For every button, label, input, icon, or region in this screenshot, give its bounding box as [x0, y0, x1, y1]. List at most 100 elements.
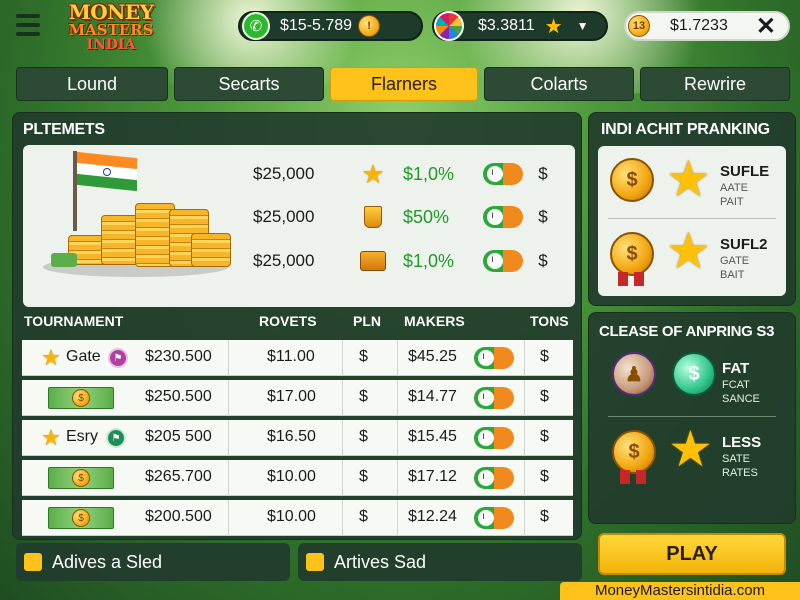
star-icon: ★ — [361, 158, 385, 189]
release-sub: RATES — [722, 467, 758, 479]
bottom-left-label: Adives a Sled — [52, 551, 163, 572]
dollar-medal-icon: $ — [672, 352, 716, 396]
star-icon: ★ — [41, 425, 61, 450]
table-row[interactable]: ★ Gate ⚑ $230.500 $11.00 $ $45.25 ı $ — [22, 340, 573, 376]
prize-row: $25,000 ★ $1,0% ı $ — [253, 158, 583, 189]
bottom-option-left[interactable]: Adives a Sled — [16, 543, 290, 581]
table-row[interactable]: $ $265.700 $10.00 $ $17.12 ı $ — [22, 460, 573, 496]
rank-sub: BAIT — [720, 269, 745, 281]
star-icon: ★ — [41, 345, 61, 370]
row-makers: $14.77 — [408, 388, 457, 405]
star-icon: ★ — [666, 223, 711, 279]
balance-pill-2[interactable]: $3.3811 ★ ▼ — [432, 11, 608, 41]
star-icon: ★ — [668, 421, 713, 477]
col-pln: PLN — [353, 313, 381, 329]
row-makers: $17.12 — [408, 468, 457, 485]
row-tons: $ — [540, 388, 549, 405]
bottom-right-label: Artives Sad — [334, 551, 427, 572]
table-row[interactable]: $ $250.500 $17.00 $ $14.77 ı $ — [22, 380, 573, 416]
play-button[interactable]: PLAY — [598, 533, 786, 575]
balance-1: $15-5.789 — [280, 17, 353, 34]
prize-row: $25,000 $50% ı $ — [253, 204, 583, 230]
col-tournament: TOURNAMENT — [24, 313, 124, 329]
chevron-down-icon[interactable]: ▼ — [577, 19, 589, 33]
close-icon[interactable]: ✕ — [756, 12, 776, 41]
row-makers: $15.45 — [408, 428, 457, 445]
balance-pill-3[interactable]: 13 $1.7233 ✕ — [624, 11, 790, 41]
release-sub: FCAT — [722, 379, 750, 391]
prize-dollar: $ — [538, 251, 548, 270]
balance-2: $3.3811 — [478, 17, 535, 34]
col-tons: TONS — [530, 313, 569, 329]
col-rovets: ROVETS — [259, 313, 317, 329]
row-makers: $12.24 — [408, 508, 457, 525]
row-toggle[interactable]: ı — [474, 387, 514, 409]
prize-percent: $1,0% — [403, 163, 455, 184]
medal-icon: $ — [610, 158, 654, 202]
badge-icon: ⚑ — [108, 348, 128, 368]
tournament-header: TOURNAMENT ROVETS PLN MAKERS TONS — [22, 313, 582, 333]
col-makers: MAKERS — [404, 313, 465, 329]
prizes-card: $25,000 ★ $1,0% ı $ $25,000 $50% ı $ $25… — [23, 145, 575, 307]
balance-pill-1[interactable]: ✆ $15-5.789 ! — [238, 11, 423, 41]
divider — [608, 218, 776, 219]
coin-icon: ! — [358, 15, 381, 37]
prize-row: $25,000 $1,0% ı $ — [253, 248, 583, 274]
tab-colarts[interactable]: Colarts — [484, 67, 634, 101]
tab-rewrire[interactable]: Rewrire — [640, 67, 790, 101]
pedestal-icon — [360, 251, 386, 271]
table-row[interactable]: ★ Esry ⚑ $205 500 $16.50 $ $15.45 ı $ — [22, 420, 573, 456]
row-prize: $200.500 — [145, 508, 212, 525]
row-toggle[interactable]: ı — [474, 347, 514, 369]
prize-amount: $25,000 — [253, 251, 315, 270]
row-toggle[interactable]: ı — [474, 507, 514, 529]
prize-toggle[interactable]: ı — [483, 163, 523, 185]
footer-url[interactable]: MoneyMastersintidia.com — [560, 582, 800, 600]
rank-name: SUFL2 — [720, 236, 768, 253]
menu-icon[interactable] — [16, 14, 40, 36]
ranking-card: $ ★ SUFLE AATE PAIT $ ★ SUFL2 GATE BAIT — [598, 146, 786, 296]
row-pln: $ — [359, 428, 368, 445]
row-rovets: $17.00 — [267, 388, 316, 405]
checkbox[interactable] — [24, 553, 42, 571]
cash-icon: $ — [48, 467, 114, 489]
row-label: Gate — [66, 348, 101, 365]
prize-amount: $25,000 — [253, 164, 315, 183]
checkbox[interactable] — [306, 553, 324, 571]
release-sub: SANCE — [722, 393, 760, 405]
row-prize: $250.500 — [145, 388, 212, 405]
row-tons: $ — [540, 468, 549, 485]
prize-toggle[interactable]: ı — [483, 250, 523, 272]
rank-sub: GATE — [720, 255, 750, 267]
phone-icon: ✆ — [242, 12, 270, 40]
row-toggle[interactable]: ı — [474, 427, 514, 449]
coin-icon: 13 — [628, 15, 650, 37]
row-toggle[interactable]: ı — [474, 467, 514, 489]
row-pln: $ — [359, 388, 368, 405]
row-pln: $ — [359, 348, 368, 365]
badge-icon: ⚑ — [106, 428, 126, 448]
tab-flarners[interactable]: Flarners — [330, 67, 478, 101]
cash-icon: $ — [48, 387, 114, 409]
prize-percent: $1,0% — [403, 250, 455, 271]
row-pln: $ — [359, 468, 368, 485]
row-makers: $45.25 — [408, 348, 457, 365]
ranking-title: INDI ACHIT PRANKING — [601, 121, 770, 138]
row-prize: $265.700 — [145, 468, 212, 485]
row-rovets: $10.00 — [267, 468, 316, 485]
top-bar: MONEY MASTERS INDIA ✆ $15-5.789 ! $3.381… — [0, 0, 800, 56]
row-tons: $ — [540, 508, 549, 525]
prize-toggle[interactable]: ı — [483, 206, 523, 228]
bottom-option-right[interactable]: Artives Sad — [298, 543, 582, 581]
ribbon-icon — [634, 272, 644, 286]
tab-lound[interactable]: Lound — [16, 67, 168, 101]
crown-icon — [364, 206, 382, 228]
prize-percent: $50% — [403, 206, 450, 227]
table-row[interactable]: $ $200.500 $10.00 $ $12.24 ı $ — [22, 500, 573, 536]
star-icon: ★ — [544, 15, 563, 38]
spin-wheel-icon — [434, 11, 464, 41]
rank-sub: AATE — [720, 182, 748, 194]
row-rovets: $16.50 — [267, 428, 316, 445]
tab-secarts[interactable]: Secarts — [174, 67, 324, 101]
logo: MONEY MASTERS INDIA — [68, 0, 154, 53]
